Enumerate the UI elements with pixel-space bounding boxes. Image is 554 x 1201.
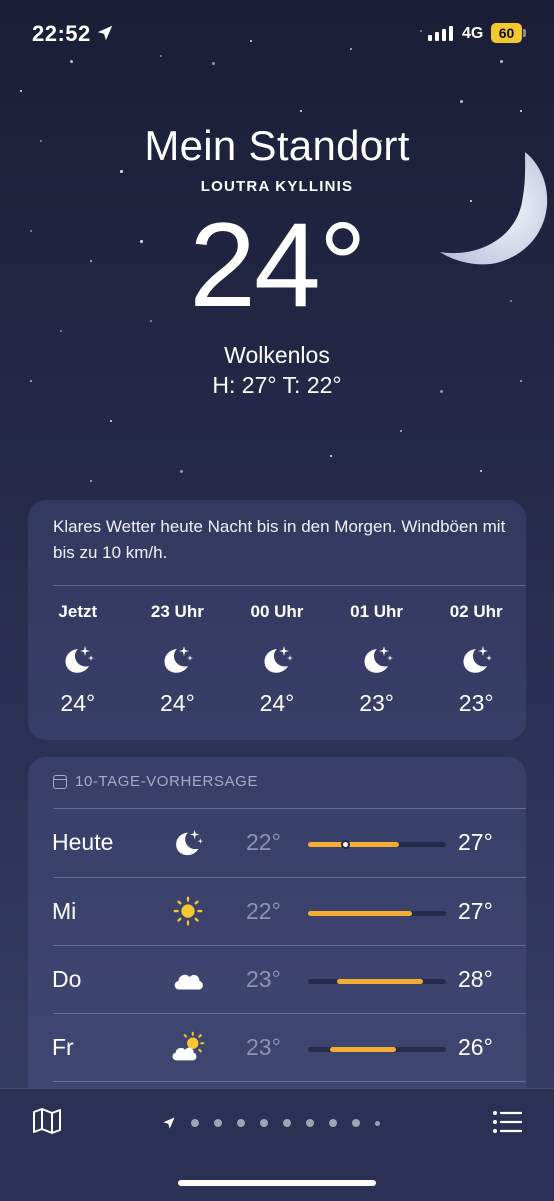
hourly-forecast-card[interactable]: Klares Wetter heute Nacht bis in den Mor… — [28, 500, 526, 740]
day-name: Mi — [52, 898, 77, 924]
star — [90, 480, 92, 482]
forecast-row[interactable]: Do 23° 28° — [28, 946, 526, 1014]
moon-stars-icon — [227, 640, 327, 680]
hour-item: 01 Uhr 23° — [327, 602, 427, 717]
hour-temp: 23° — [359, 690, 394, 716]
location-title: Mein Standort — [144, 122, 410, 169]
battery-tip — [523, 29, 526, 37]
hour-label: Jetzt — [58, 602, 98, 621]
star — [120, 170, 123, 173]
calendar-icon — [53, 774, 67, 789]
home-indicator[interactable] — [178, 1180, 376, 1186]
status-bar: 22:52 4G 60 — [0, 0, 554, 70]
page-dot[interactable] — [306, 1119, 314, 1127]
star — [60, 330, 62, 332]
moon-stars-icon — [176, 829, 204, 856]
star — [110, 420, 112, 422]
page-dot[interactable] — [375, 1120, 380, 1126]
hourly-list: Jetzt 24° 23 Uhr 24° 00 Uhr 24° 01 Uhr 2… — [28, 602, 526, 717]
hour-item: 23 Uhr 24° — [128, 602, 228, 717]
hour-label: 00 Uhr — [250, 602, 304, 621]
page-dot[interactable] — [329, 1119, 337, 1127]
forecast-heading: 10-TAGE-VORHERSAGE — [53, 773, 258, 790]
forecast-row[interactable]: Fr 23° 26° — [28, 1014, 526, 1082]
hour-temp: 24° — [259, 690, 295, 716]
hour-temp: 24° — [160, 690, 195, 716]
day-low: 22° — [246, 829, 281, 855]
star — [460, 100, 463, 103]
list-icon[interactable] — [492, 1109, 522, 1135]
sun-icon — [173, 896, 203, 926]
day-low: 23° — [246, 1034, 281, 1060]
range-fill — [330, 1047, 397, 1052]
day-high: 26° — [458, 1034, 493, 1060]
hour-item: Jetzt 24° — [28, 602, 128, 717]
location-arrow-icon — [163, 1117, 175, 1129]
hour-label: 23 Uhr — [150, 602, 204, 621]
hour-item: 00 Uhr 24° — [227, 602, 327, 717]
star — [20, 90, 22, 92]
hour-label: 02 Uhr — [449, 602, 503, 621]
page-dot[interactable] — [260, 1119, 268, 1127]
current-condition: Wolkenlos — [224, 342, 330, 368]
star — [300, 110, 302, 112]
divider — [53, 1081, 526, 1082]
temperature-range-bar — [308, 840, 446, 849]
location-place: LOUTRA KYLLINIS — [200, 178, 354, 195]
map-icon[interactable] — [32, 1107, 62, 1135]
day-low: 22° — [246, 898, 281, 924]
sun-behind-cloud-icon — [172, 1031, 205, 1061]
star — [520, 110, 522, 112]
ten-day-forecast-card[interactable]: 10-TAGE-VORHERSAGE Heute 22° 27° Mi 22° … — [28, 757, 526, 1117]
page-dot[interactable] — [283, 1119, 291, 1127]
cloud-icon — [174, 974, 203, 990]
day-name: Do — [52, 966, 82, 992]
location-arrow-icon — [97, 25, 113, 41]
moon-stars-icon — [327, 640, 427, 680]
page-dot[interactable] — [214, 1119, 222, 1127]
star — [400, 430, 402, 432]
temperature-range-bar — [308, 1047, 446, 1052]
cellular-signal-icon — [428, 25, 453, 41]
temperature-range-bar — [308, 979, 446, 984]
range-fill — [308, 842, 400, 847]
day-low: 23° — [246, 966, 281, 992]
star — [480, 470, 482, 472]
network-type: 4G — [462, 25, 484, 42]
hour-label: 01 Uhr — [350, 602, 404, 621]
current-temperature: 24° — [189, 198, 366, 332]
day-name: Fr — [52, 1034, 74, 1060]
page-dot[interactable] — [352, 1119, 360, 1127]
hour-item: 02 Uhr 23° — [426, 602, 526, 717]
moon-stars-icon — [28, 640, 128, 680]
clock: 22:52 — [32, 21, 91, 46]
forecast-row[interactable]: Mi 22° 27° — [28, 878, 526, 946]
star — [180, 470, 183, 473]
day-high: 27° — [458, 898, 493, 924]
forecast-row[interactable]: Heute 22° 27° — [28, 809, 526, 877]
day-name: Heute — [52, 829, 114, 855]
page-dot[interactable] — [191, 1119, 199, 1127]
battery-icon: 60 — [491, 23, 522, 43]
temperature-range-bar — [308, 911, 446, 916]
range-fill — [308, 911, 412, 916]
hour-temp: 23° — [458, 690, 494, 716]
page-dot[interactable] — [237, 1119, 245, 1127]
forecast-heading-label: 10-TAGE-VORHERSAGE — [75, 773, 259, 790]
day-high: 27° — [458, 829, 493, 855]
high-low: H: 27° T: 22° — [212, 372, 342, 398]
star — [330, 455, 332, 457]
page-indicator[interactable] — [162, 1116, 380, 1130]
divider — [53, 585, 526, 586]
current-temp-marker — [341, 840, 351, 849]
hour-temp: 24° — [60, 690, 96, 716]
moon-stars-icon — [426, 640, 526, 680]
range-fill — [336, 979, 423, 984]
forecast-summary: Klares Wetter heute Nacht bis in den Mor… — [53, 517, 506, 562]
moon-stars-icon — [128, 640, 228, 680]
day-high: 28° — [458, 966, 493, 992]
